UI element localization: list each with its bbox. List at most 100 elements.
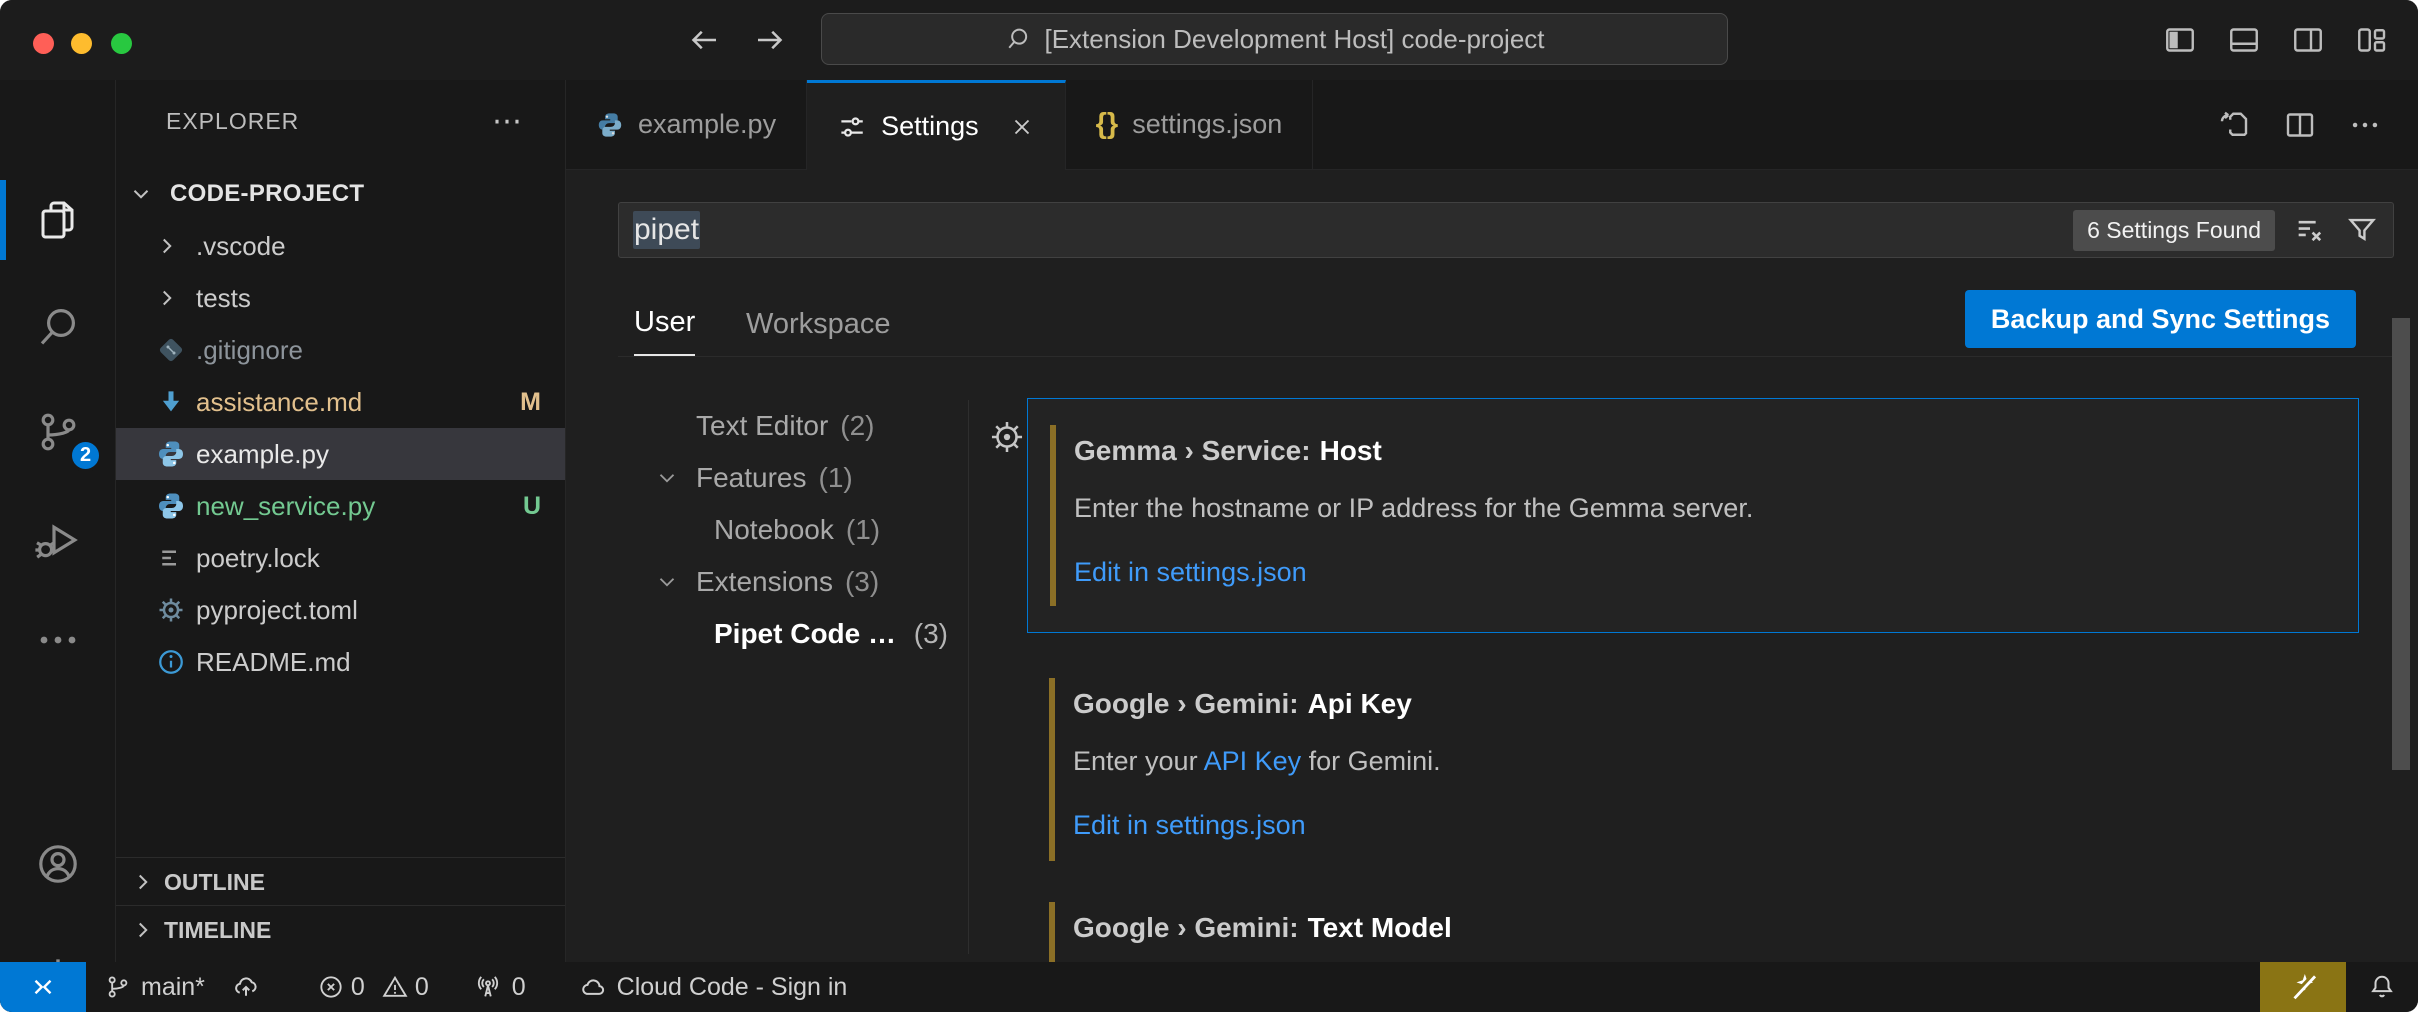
toc-count: (1) [819,462,853,493]
setting-category: Gemma › Service: [1074,435,1311,466]
tree-item-pyproject-toml[interactable]: pyproject.toml [116,584,565,636]
source-control-icon[interactable]: 2 [0,384,115,480]
scope-tab-user[interactable]: User [634,290,695,356]
ports-status-item[interactable]: 0 [473,972,526,1002]
tab-bar: example.py Settings {} settings.json [566,80,2418,170]
ports-count: 0 [512,973,526,1002]
split-editor-icon[interactable] [2282,107,2318,143]
backup-sync-settings-button[interactable]: Backup and Sync Settings [1965,290,2356,348]
api-key-link[interactable]: API Key [1204,746,1302,776]
setting-category: Google › Gemini: [1073,912,1299,943]
tree-item-new-service-py[interactable]: new_service.py U [116,480,565,532]
tree-item-assistance-md[interactable]: assistance.md M [116,376,565,428]
tree-item-readme-md[interactable]: README.md [116,636,565,688]
search-view-icon[interactable] [0,279,115,375]
file-label: poetry.lock [196,543,320,574]
toc-item-features[interactable]: Features (1) [566,452,968,504]
back-icon[interactable] [686,22,722,58]
tree-item-vscode[interactable]: .vscode [116,220,565,272]
edit-in-settings-json-link[interactable]: Edit in settings.json [1074,557,1307,588]
editor-area: example.py Settings {} settings.json [566,80,2418,962]
markdown-arrow-icon [154,387,188,417]
traffic-light-close-button[interactable] [33,33,54,54]
git-status-badge: U [523,492,541,521]
tree-item-gitignore[interactable]: .gitignore [116,324,565,376]
traffic-light-minimize-button[interactable] [71,33,92,54]
modified-indicator [1050,425,1056,606]
chevron-down-icon [128,181,162,207]
setting-category: Google › Gemini: [1073,688,1299,719]
toml-gear-icon [154,595,188,625]
setting-row-google-gemini-api-key[interactable]: Google › Gemini:Api Key Enter your API K… [1027,652,2359,887]
more-views-icon[interactable] [0,592,115,688]
outline-section-header[interactable]: OUTLINE [116,857,565,906]
traffic-light-maximize-button[interactable] [111,33,132,54]
run-debug-icon[interactable] [0,492,115,588]
explorer-more-actions-icon[interactable]: ⋯ [492,117,525,127]
tree-root-code-project[interactable]: CODE-PROJECT [116,168,565,220]
forward-icon[interactable] [752,22,788,58]
customize-layout-icon[interactable] [2354,22,2390,58]
notifications-bell-icon[interactable] [2346,972,2418,1002]
scope-tab-workspace[interactable]: Workspace [746,292,891,356]
toggle-secondary-sidebar-icon[interactable] [2290,22,2326,58]
ai-assist-disabled-button[interactable] [2260,962,2346,1012]
problems-status-item[interactable]: 0 0 [317,973,429,1002]
warning-count: 0 [415,973,429,1002]
toggle-panel-icon[interactable] [2226,22,2262,58]
sync-changes-icon[interactable] [231,972,261,1002]
filter-funnel-icon[interactable] [2345,213,2379,247]
scrollbar-thumb[interactable] [2392,318,2410,770]
tree-item-poetry-lock[interactable]: poetry.lock [116,532,565,584]
setting-name: Api Key [1308,688,1412,719]
chevron-right-icon [130,917,164,943]
settings-search-input[interactable]: pipet 6 Settings Found [618,202,2394,258]
tab-settings[interactable]: Settings [807,80,1066,170]
tab-label: Settings [881,111,979,142]
setting-row-gemma-service-host[interactable]: Gemma › Service: Host Enter the hostname … [1027,398,2359,633]
toc-count: (1) [846,514,880,545]
toc-label: Notebook [714,514,834,545]
toc-label: Text Editor [696,410,828,441]
tab-settings-json[interactable]: {} settings.json [1066,80,1314,169]
toc-label: Features [696,462,807,493]
toggle-primary-sidebar-icon[interactable] [2162,22,2198,58]
file-label: README.md [196,647,351,678]
accounts-icon[interactable] [0,816,115,912]
command-center-search[interactable]: [Extension Development Host] code-projec… [821,13,1728,65]
setting-row-google-gemini-text-model[interactable]: Google › Gemini:Text Model [1027,876,2359,962]
edit-in-settings-json-link[interactable]: Edit in settings.json [1073,810,1306,841]
setting-description: Enter the hostname or IP address for the… [1074,493,1753,524]
setting-name: Host [1320,435,1382,466]
settings-editor: pipet 6 Settings Found User [566,170,2418,962]
timeline-section-header[interactable]: TIMELINE [116,905,565,954]
file-label: example.py [196,439,329,470]
open-settings-json-icon[interactable] [2216,107,2252,143]
toc-label: Extensions [696,566,833,597]
cloud-code-status-item[interactable]: Cloud Code - Sign in [578,972,848,1002]
setting-gear-icon[interactable] [988,418,1026,456]
python-file-icon [596,111,624,139]
folder-label: tests [196,283,251,314]
workbench: 2 1 EXPLORER ⋯ [0,80,2418,962]
more-actions-icon[interactable] [2348,108,2382,142]
chevron-right-icon [154,233,188,259]
scope-user-label: User [634,306,695,339]
outline-label: OUTLINE [164,869,265,896]
activity-bar: 2 1 [0,80,116,962]
chevron-down-icon [654,465,680,491]
toc-item-notebook[interactable]: Notebook (1) [566,504,968,556]
explorer-icon[interactable] [0,172,115,268]
toc-item-pipet-code[interactable]: Pipet Code … (3) [566,608,968,660]
tree-item-tests[interactable]: tests [116,272,565,324]
branch-status-item[interactable]: main* [104,973,205,1002]
file-label: .gitignore [196,335,303,366]
toc-item-extensions[interactable]: Extensions(3) [566,556,968,608]
remote-indicator[interactable] [0,962,86,1012]
tree-item-example-py[interactable]: example.py [116,428,565,480]
toc-item-text-editor[interactable]: Text Editor(2) [566,400,968,452]
file-label: pyproject.toml [196,595,358,626]
tab-example-py[interactable]: example.py [566,80,807,169]
close-icon[interactable] [1009,114,1035,140]
clear-search-filters-icon[interactable] [2293,213,2327,247]
